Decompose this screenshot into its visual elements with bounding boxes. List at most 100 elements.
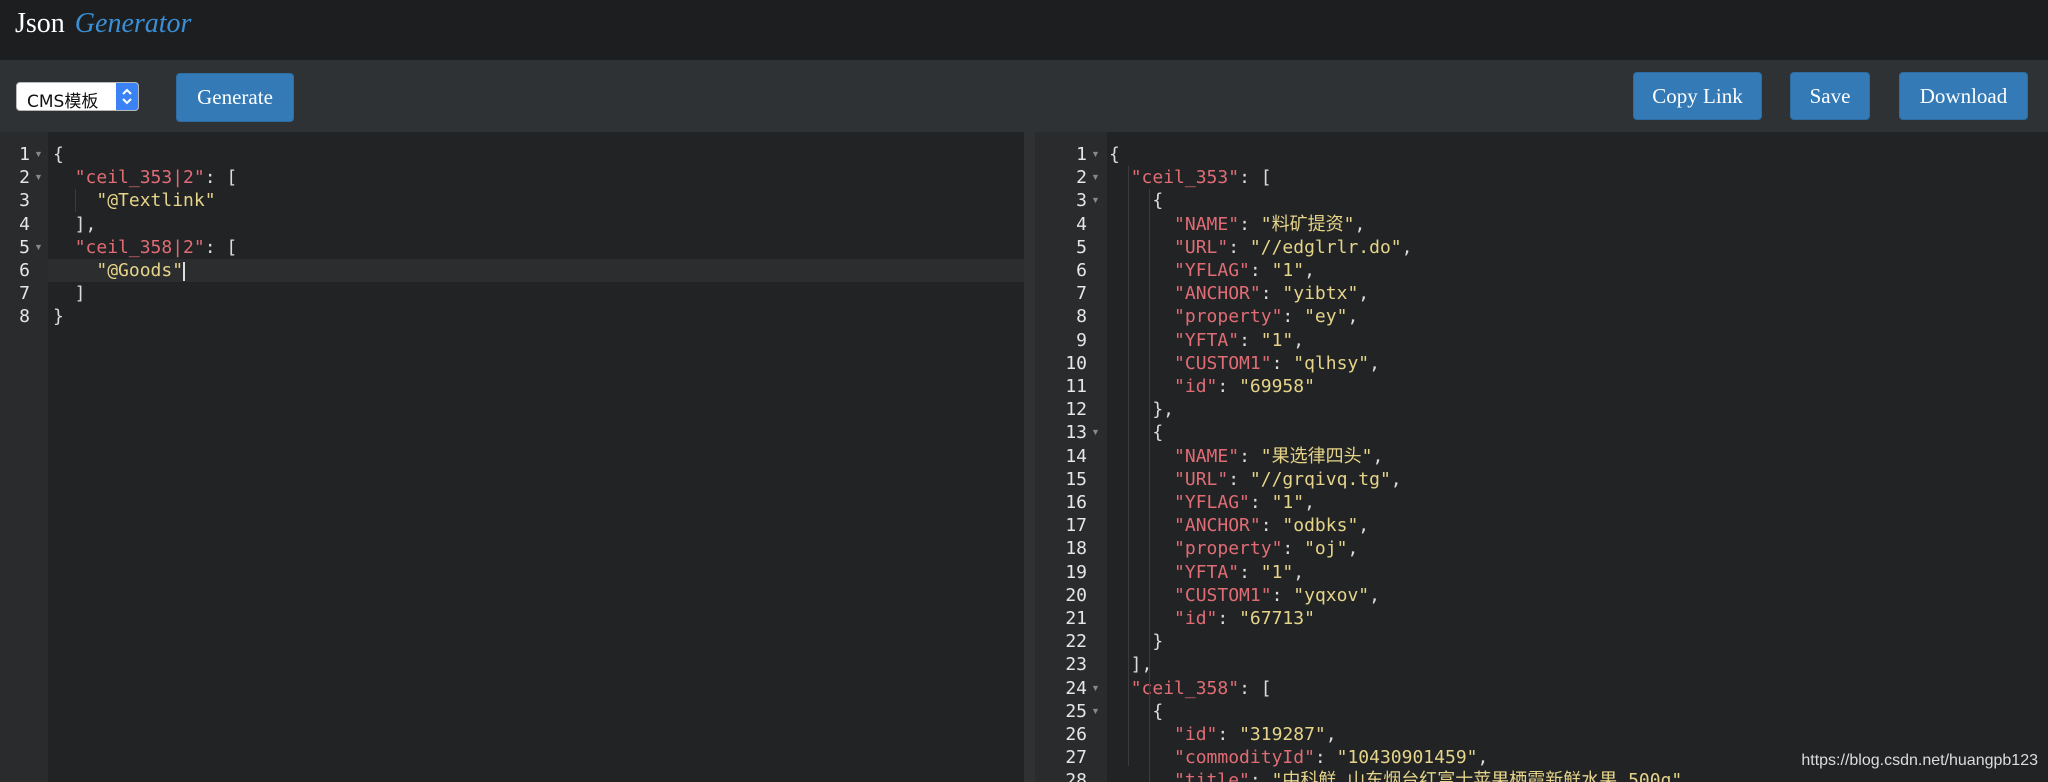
json-string: "料矿提资"	[1260, 213, 1355, 235]
code-line[interactable]: "NAME": "果选律四头",	[1109, 445, 1383, 468]
line-number: 12	[1065, 399, 1087, 421]
json-punctuation	[1109, 237, 1174, 258]
json-punctuation: }	[1109, 631, 1164, 653]
code-line[interactable]: "ceil_353|2": [	[53, 166, 238, 189]
code-line[interactable]: "ceil_358": [	[1109, 677, 1272, 700]
line-number: 24	[1065, 677, 1087, 699]
code-line[interactable]: "YFTA": "1",	[1109, 329, 1304, 352]
json-key: "property"	[1174, 306, 1283, 328]
json-punctuation: ,	[1325, 724, 1337, 745]
json-punctuation	[53, 167, 75, 188]
json-key: "CUSTOM1"	[1174, 352, 1272, 374]
json-punctuation	[1109, 469, 1174, 490]
code-line[interactable]: {	[1109, 421, 1163, 444]
fold-toggle-icon[interactable]: ▼	[34, 143, 43, 166]
json-punctuation: :	[1239, 445, 1261, 467]
line-number: 3	[1076, 190, 1087, 212]
json-punctuation: ,	[1293, 561, 1305, 583]
json-key: "YFTA"	[1174, 329, 1240, 351]
code-line[interactable]: }	[53, 305, 64, 328]
json-string: "中科鲜 山东烟台红富士苹果栖霞新鲜水果 500g"	[1271, 770, 1683, 782]
copy-link-button[interactable]: Copy Link	[1633, 72, 1762, 120]
line-number: 3	[19, 190, 30, 212]
save-button[interactable]: Save	[1790, 72, 1870, 120]
code-line[interactable]: "NAME": "料矿提资",	[1109, 213, 1365, 236]
fold-toggle-icon[interactable]: ▼	[1091, 166, 1100, 189]
indent-guide	[1149, 189, 1150, 782]
right-code-editor[interactable]: 1 ▼{2 ▼ "ceil_353": [3 ▼ {4 "NAME": "料矿提资",…	[1035, 132, 2048, 782]
fold-toggle-icon[interactable]: ▼	[1091, 143, 1100, 166]
code-line[interactable]: "title": "中科鲜 山东烟台红富士苹果栖霞新鲜水果 500g",	[1109, 769, 1693, 782]
json-string: "ey"	[1304, 306, 1348, 328]
indent-guide	[1128, 166, 1129, 766]
fold-toggle-icon[interactable]: ▼	[34, 166, 43, 189]
code-line[interactable]: "ceil_353": [	[1109, 166, 1272, 189]
json-key: "URL"	[1174, 468, 1229, 490]
code-line[interactable]: }	[1109, 630, 1163, 653]
json-punctuation: :	[1217, 608, 1240, 629]
json-punctuation: {	[1109, 700, 1164, 722]
code-line[interactable]: "YFTA": "1",	[1109, 561, 1304, 584]
json-punctuation: ,	[1401, 236, 1413, 258]
json-punctuation: ,	[1354, 213, 1366, 235]
line-number: 1	[19, 144, 30, 165]
code-line[interactable]: "URL": "//edglrlr.do",	[1109, 236, 1412, 259]
code-line[interactable]: "id": "69958"	[1109, 375, 1315, 398]
code-line[interactable]: "URL": "//grqivq.tg",	[1109, 468, 1402, 491]
json-string: "67713"	[1239, 608, 1315, 629]
line-number: 1	[1076, 144, 1087, 165]
download-button[interactable]: Download	[1899, 72, 2028, 120]
json-punctuation: :	[1217, 376, 1240, 397]
json-punctuation: ],	[1109, 654, 1153, 676]
json-string: "yibtx"	[1282, 283, 1359, 305]
line-number: 21	[1065, 608, 1087, 629]
code-line[interactable]: "YFLAG": "1",	[1109, 259, 1315, 282]
json-string: "1"	[1260, 561, 1294, 583]
json-key: "id"	[1174, 376, 1218, 397]
brand-title: Json	[15, 8, 65, 39]
json-punctuation	[1109, 260, 1174, 281]
json-key: "ANCHOR"	[1174, 283, 1261, 305]
template-select[interactable]: CMS模板	[16, 82, 139, 112]
code-line[interactable]: {	[1109, 189, 1163, 212]
code-line[interactable]: "property": "oj",	[1109, 537, 1358, 560]
code-line[interactable]: {	[1109, 143, 1120, 166]
fold-toggle-icon[interactable]: ▼	[1091, 700, 1100, 723]
json-punctuation: ,	[1304, 260, 1315, 281]
brand-logo[interactable]: Json Generator	[15, 8, 191, 40]
code-line[interactable]: "id": "67713"	[1109, 607, 1315, 630]
line-number: 19	[1065, 561, 1087, 583]
json-punctuation: ,	[1304, 492, 1315, 513]
code-line[interactable]: {	[1109, 700, 1163, 723]
code-line[interactable]: "@Textlink"	[53, 189, 215, 212]
code-line[interactable]: "YFLAG": "1",	[1109, 491, 1315, 514]
json-punctuation: :	[1249, 770, 1272, 782]
json-string: "oj"	[1304, 538, 1348, 560]
code-line[interactable]: "ceil_358|2": [	[53, 236, 238, 259]
line-number: 20	[1065, 584, 1087, 606]
code-line[interactable]: ],	[53, 213, 97, 236]
json-key: "ceil_358"	[1130, 677, 1240, 699]
generate-button[interactable]: Generate	[176, 73, 294, 122]
code-line[interactable]: ]	[53, 282, 86, 305]
fold-toggle-icon[interactable]: ▼	[34, 236, 43, 259]
fold-toggle-icon[interactable]: ▼	[1091, 421, 1100, 444]
json-punctuation: :	[1217, 724, 1240, 745]
left-code-editor[interactable]: 1 ▼{2 ▼ "ceil_353|2": [3 "@Textlink" 4 ], 5 ▼…	[0, 132, 1024, 782]
json-punctuation: ,	[1369, 584, 1380, 606]
pane-divider[interactable]	[1024, 132, 1035, 782]
fold-toggle-icon[interactable]: ▼	[1091, 677, 1100, 700]
code-line[interactable]: "@Goods"	[53, 259, 186, 282]
code-line[interactable]: "id": "319287",	[1109, 723, 1337, 746]
json-punctuation: ,	[1477, 747, 1489, 769]
fold-toggle-icon[interactable]: ▼	[1091, 189, 1100, 212]
code-line[interactable]: "property": "ey",	[1109, 305, 1358, 328]
code-line[interactable]: },	[1109, 398, 1174, 421]
json-punctuation	[1109, 492, 1174, 513]
template-select-value: CMS模板	[27, 92, 99, 112]
line-number: 7	[19, 283, 30, 305]
json-punctuation: ,	[1347, 306, 1359, 328]
code-line[interactable]: "commodityId": "10430901459",	[1109, 746, 1488, 769]
code-line[interactable]: ],	[1109, 653, 1153, 676]
code-line[interactable]: {	[53, 143, 64, 166]
